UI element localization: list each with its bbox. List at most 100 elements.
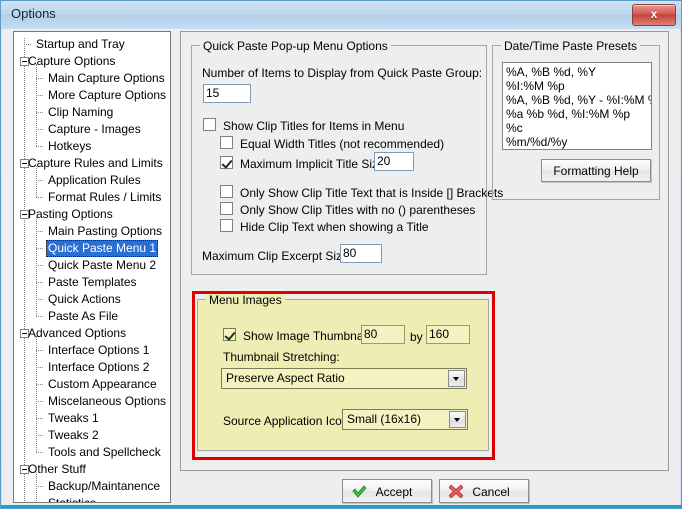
tree-item[interactable]: Tools and Spellcheck xyxy=(14,444,170,461)
only-no-parens-label: Only Show Clip Titles with no () parenth… xyxy=(240,203,476,217)
chevron-down-icon[interactable] xyxy=(448,370,465,387)
quick-paste-group: Quick Paste Pop-up Menu Options Number o… xyxy=(191,39,503,275)
tree-item[interactable]: Capture - Images xyxy=(14,121,170,138)
close-icon: x xyxy=(650,7,658,21)
only-brackets-checkbox[interactable] xyxy=(220,185,233,198)
window-title: Options xyxy=(11,6,56,21)
tree-item[interactable]: Main Capture Options xyxy=(14,70,170,87)
client-area: Startup and Tray Capture Options Main Capt… xyxy=(2,29,680,507)
equal-width-titles-checkbox[interactable] xyxy=(220,136,233,149)
tree-item-label: Advanced Options xyxy=(28,326,127,340)
tree-item[interactable]: More Capture Options xyxy=(14,87,170,104)
tree-item[interactable]: Advanced Options xyxy=(14,325,170,342)
tree-item[interactable]: Paste As File xyxy=(14,308,170,325)
show-clip-titles-checkbox[interactable] xyxy=(203,118,216,131)
tree-item[interactable]: Statistics xyxy=(14,495,170,502)
tree-connector-line xyxy=(36,231,43,232)
only-brackets-label: Only Show Clip Title Text that is Inside… xyxy=(240,186,504,200)
tree-item-label: Capture Options xyxy=(28,54,116,68)
show-thumbnails-checkbox[interactable] xyxy=(223,328,236,341)
tree-connector-line xyxy=(36,112,43,113)
datetime-presets-group: Date/Time Paste Presets %A, %B %d, %Y %I… xyxy=(492,39,660,200)
number-items-label: Number of Items to Display from Quick Pa… xyxy=(202,66,483,80)
settings-tree[interactable]: Startup and Tray Capture Options Main Capt… xyxy=(13,31,171,503)
tree-item[interactable]: Application Rules xyxy=(14,172,170,189)
tree-item[interactable]: Other Stuff xyxy=(14,461,170,478)
tree-item[interactable]: Tweaks 2 xyxy=(14,427,170,444)
tree-item-label: Other Stuff xyxy=(28,462,86,476)
title-bar: Options x xyxy=(1,1,681,30)
tree-item-label: Capture Rules and Limits xyxy=(28,156,163,170)
tree-item-label: Startup and Tray xyxy=(36,37,125,51)
tree-connector-line xyxy=(36,435,43,436)
tree-item-label: Backup/Maintanence xyxy=(48,479,161,493)
content-panel: Quick Paste Pop-up Menu Options Number o… xyxy=(180,31,669,471)
tree-item-label: Clip Naming xyxy=(48,105,114,119)
tree-connector-line xyxy=(36,282,43,283)
tree-item[interactable]: Hotkeys xyxy=(14,138,170,155)
options-window: Options x Startup and Tray Capture Option… xyxy=(0,0,682,509)
tree-item-label: More Capture Options xyxy=(48,88,167,102)
max-implicit-title-input[interactable]: 20 xyxy=(374,152,414,171)
tree-item-label: Interface Options 2 xyxy=(48,360,150,374)
tree-item[interactable]: Quick Paste Menu 1 xyxy=(14,240,170,257)
tree-item[interactable]: Interface Options 2 xyxy=(14,359,170,376)
cancel-button[interactable]: Cancel xyxy=(439,479,529,503)
formatting-help-button[interactable]: Formatting Help xyxy=(541,159,651,182)
tree-item[interactable]: Capture Rules and Limits xyxy=(14,155,170,172)
tree-item-label: Main Capture Options xyxy=(48,71,165,85)
thumbnail-stretching-select[interactable]: Preserve Aspect Ratio xyxy=(221,368,467,389)
only-no-parens-checkbox[interactable] xyxy=(220,202,233,215)
tree-item[interactable]: Format Rules / Limits xyxy=(14,189,170,206)
tree-item[interactable]: Quick Actions xyxy=(14,291,170,308)
hide-clip-text-checkbox[interactable] xyxy=(220,219,233,232)
tree-connector-line xyxy=(36,95,43,96)
hide-clip-text-label: Hide Clip Text when showing a Title xyxy=(240,220,429,234)
tree-connector-line xyxy=(36,180,43,181)
tree-item[interactable]: Backup/Maintanence xyxy=(14,478,170,495)
tree-connector-line xyxy=(24,44,31,45)
tree-connector-line xyxy=(36,248,43,249)
accept-label: Accept xyxy=(375,485,413,499)
tree-connector-line xyxy=(36,384,43,385)
chevron-down-icon[interactable] xyxy=(449,411,466,428)
tree-item-label: Capture - Images xyxy=(48,122,141,136)
formatting-help-label: Formatting Help xyxy=(553,164,639,178)
cancel-label: Cancel xyxy=(472,485,510,499)
number-items-input[interactable]: 15 xyxy=(203,84,251,103)
max-implicit-title-checkbox[interactable] xyxy=(220,156,233,169)
tree-item[interactable]: Main Pasting Options xyxy=(14,223,170,240)
source-icons-label: Source Application Icons: xyxy=(223,414,358,428)
thumbnail-stretching-value: Preserve Aspect Ratio xyxy=(226,371,345,385)
tree-item[interactable]: Clip Naming xyxy=(14,104,170,121)
tree-item-label: Format Rules / Limits xyxy=(48,190,162,204)
datetime-presets-group-title: Date/Time Paste Presets xyxy=(501,39,640,53)
tree-item[interactable]: Interface Options 1 xyxy=(14,342,170,359)
close-button[interactable]: x xyxy=(632,4,676,26)
tree-item[interactable]: Custom Appearance xyxy=(14,376,170,393)
source-icons-select[interactable]: Small (16x16) xyxy=(342,409,468,430)
tree-connector-line xyxy=(36,418,43,419)
tree-item[interactable]: Startup and Tray xyxy=(14,36,170,53)
tree-connector-line xyxy=(36,129,43,130)
tree-item[interactable]: Quick Paste Menu 2 xyxy=(14,257,170,274)
tree-item[interactable]: Paste Templates xyxy=(14,274,170,291)
tree-item-label: Custom Appearance xyxy=(48,377,157,391)
max-implicit-title-label: Maximum Implicit Title Size: xyxy=(240,157,389,171)
tree-connector-line xyxy=(36,486,43,487)
tree-item[interactable]: Capture Options xyxy=(14,53,170,70)
quick-paste-group-title: Quick Paste Pop-up Menu Options xyxy=(200,39,391,53)
thumbnail-height-input[interactable]: 160 xyxy=(426,325,470,344)
tree-item[interactable]: Tweaks 1 xyxy=(14,410,170,427)
max-excerpt-input[interactable]: 80 xyxy=(340,244,382,263)
tree-connector-line xyxy=(36,299,43,300)
thumbnail-width-input[interactable]: 80 xyxy=(361,325,405,344)
datetime-presets-textarea[interactable]: %A, %B %d, %Y %I:%M %p %A, %B %d, %Y - %… xyxy=(502,62,652,150)
tree-connector-line xyxy=(36,350,43,351)
bottom-accent-strip xyxy=(1,505,682,508)
tree-item[interactable]: Pasting Options xyxy=(14,206,170,223)
accept-button[interactable]: Accept xyxy=(342,479,432,503)
tree-connector-line xyxy=(36,197,43,198)
tree-item[interactable]: Miscelaneous Options xyxy=(14,393,170,410)
tree-item-label: Tweaks 2 xyxy=(48,428,99,442)
